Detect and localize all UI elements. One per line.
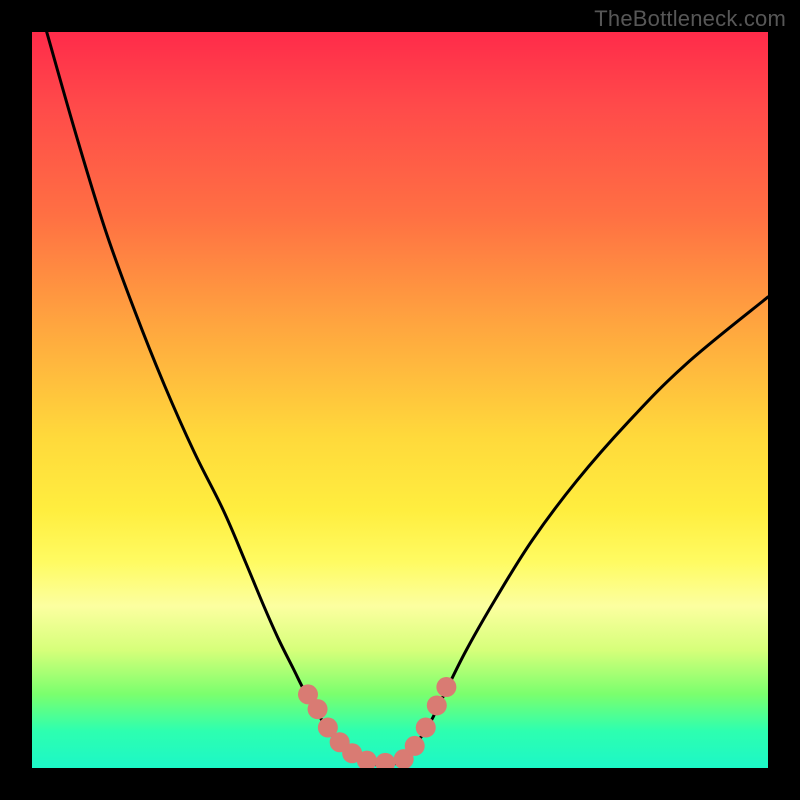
marker-group	[298, 677, 456, 768]
bottleneck-curve	[47, 32, 768, 765]
chart-frame: TheBottleneck.com	[0, 0, 800, 800]
curve-svg	[32, 32, 768, 768]
curve-group	[47, 32, 768, 765]
highlight-marker	[427, 695, 447, 715]
highlight-marker	[308, 699, 328, 719]
plot-area	[32, 32, 768, 768]
watermark-text: TheBottleneck.com	[594, 6, 786, 32]
highlight-marker	[436, 677, 456, 697]
highlight-marker	[375, 753, 395, 768]
highlight-marker	[405, 736, 425, 756]
highlight-marker	[416, 718, 436, 738]
